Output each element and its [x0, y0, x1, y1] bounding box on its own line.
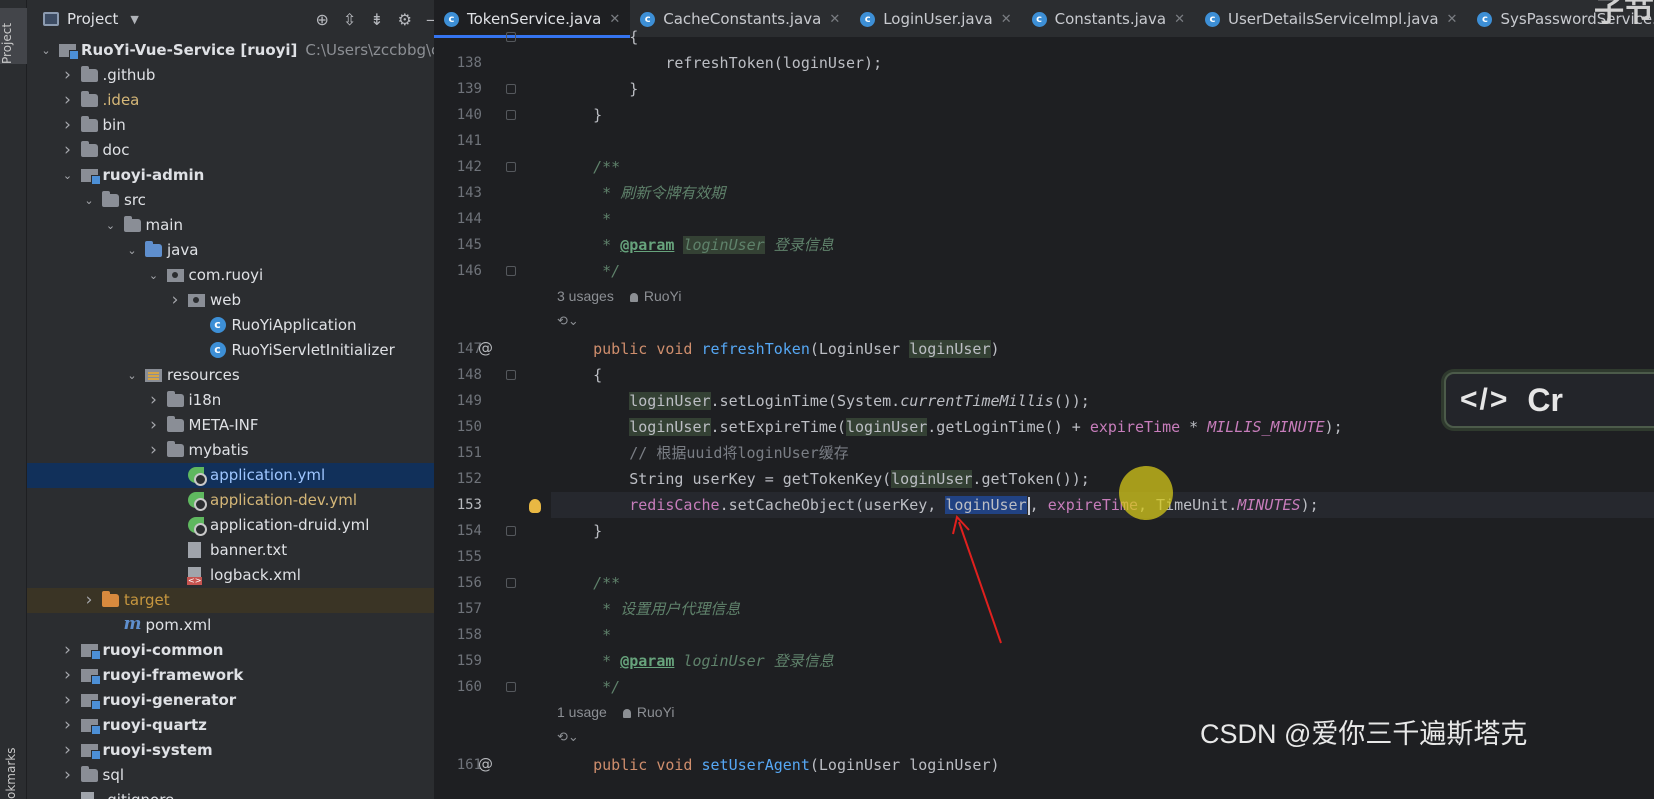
watermark-top: 子节	[1594, 0, 1654, 28]
annotation-arrow	[952, 514, 1002, 644]
csdn-watermark: CSDN @爱你三千遍斯塔克	[1200, 719, 1528, 749]
code-brackets-icon: </>	[1460, 383, 1510, 416]
code-badge: </> Cr	[1444, 372, 1654, 428]
code-badge-text: Cr	[1527, 381, 1563, 418]
